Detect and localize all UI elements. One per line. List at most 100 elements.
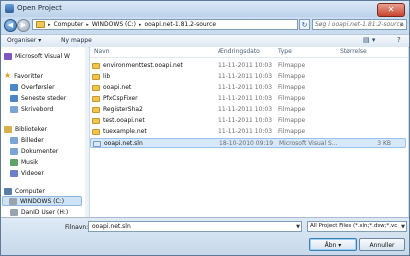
file-row[interactable]: PfxCspFixer 11-11-2011 10:03 Filmappe: [90, 94, 406, 104]
sidebar-item-label: Seneste steder: [21, 94, 67, 102]
sidebar-item-visual-studio[interactable]: Microsoft Visual W: [4, 51, 70, 61]
breadcrumb-computer[interactable]: Computer: [54, 21, 84, 28]
sidebar-item-windows-drive[interactable]: WINDOWS (C:): [2, 196, 82, 206]
window-title: Open Project: [17, 4, 62, 12]
sidebar-item-label: Microsoft Visual W: [15, 52, 70, 60]
filter-value: All Project Files (*.sln;*.dsw;*.vc: [310, 223, 398, 229]
sidebar-item-label: Biblioteker: [15, 125, 48, 133]
back-button[interactable]: ◀: [4, 19, 17, 32]
file-row-selected[interactable]: ooapi.net.sln 18-10-2010 09:19 Microsoft…: [90, 138, 406, 148]
column-header-name[interactable]: Navn: [94, 47, 110, 57]
sidebar-item-favorites[interactable]: ★ Favoritter: [4, 71, 43, 81]
sidebar-item-documents[interactable]: Dokumenter: [10, 146, 58, 156]
file-date: 11-11-2011 10:03: [218, 117, 273, 124]
chevron-down-icon[interactable]: ▼: [401, 223, 405, 231]
sidebar-item-label: Skrivebord: [21, 105, 54, 113]
sidebar-item-label: Favoritter: [14, 72, 43, 80]
file-list: Navn Ændringsdato Type Størrelse environ…: [90, 47, 408, 217]
music-icon: [10, 158, 18, 166]
file-type: Filmappe: [278, 62, 306, 69]
sidebar-item-danid-drive[interactable]: DanID User (H:): [10, 207, 68, 217]
vs-icon: [4, 52, 12, 60]
sidebar-item-libraries[interactable]: Biblioteker: [4, 124, 47, 134]
drive-icon: [9, 197, 17, 205]
breadcrumb-folder[interactable]: ooapi.net-1.81.2-source: [144, 21, 216, 28]
sidebar-item-videos[interactable]: Videoer: [10, 168, 44, 178]
title-bar: Open Project ✕: [1, 1, 409, 17]
sidebar-item-label: Billeder: [21, 136, 44, 144]
breadcrumb-drive[interactable]: WINDOWS (C:): [92, 21, 136, 28]
breadcrumb-separator: ▸: [86, 21, 89, 28]
views-icon[interactable]: ▤ ▾: [363, 36, 375, 44]
column-header-type[interactable]: Type: [278, 47, 292, 57]
column-header-date[interactable]: Ændringsdato: [218, 47, 260, 57]
sidebar-item-downloads[interactable]: Overførsler: [10, 82, 55, 92]
sidebar-item-pictures[interactable]: Billeder: [10, 135, 44, 145]
header-divider: [90, 57, 408, 58]
search-placeholder: Søg i ooapi.net-1.81.2-source: [315, 21, 404, 28]
breadcrumb-separator: ▸: [138, 21, 142, 28]
refresh-icon[interactable]: ↻: [299, 19, 310, 30]
folder-icon: [92, 118, 100, 124]
file-row[interactable]: environmenttest.ooapi.net 11-11-2011 10:…: [90, 61, 406, 71]
drive-icon: [10, 208, 18, 216]
dialog-footer: Filnavn: ooapi.net.sln ▼ All Project Fil…: [1, 217, 409, 255]
close-button[interactable]: ✕: [377, 3, 405, 17]
command-toolbar: Organiser ▾ Ny mappe ▤ ▾ ?: [1, 34, 409, 48]
file-type: Filmappe: [278, 117, 306, 124]
sidebar-item-label: DanID User (H:): [21, 208, 69, 216]
file-date: 11-11-2011 10:03: [218, 73, 273, 80]
breadcrumb-separator: ▸: [48, 21, 51, 28]
file-name: tuexample.net: [103, 128, 147, 135]
file-date: 11-11-2011 10:03: [218, 106, 273, 113]
file-name: ooapi.net.sln: [104, 140, 143, 147]
folder-icon: [92, 96, 100, 102]
file-type: Filmappe: [278, 106, 306, 113]
app-icon: [5, 4, 14, 13]
star-icon: ★: [4, 71, 12, 80]
sidebar-scrollbar[interactable]: [85, 47, 89, 217]
sidebar-item-music[interactable]: Musik: [10, 157, 38, 167]
videos-icon: [10, 169, 18, 177]
file-row[interactable]: RegisterSha2 11-11-2011 10:03 Filmappe: [90, 105, 406, 115]
computer-icon: [4, 187, 12, 195]
file-row[interactable]: tuexample.net 11-11-2011 10:03 Filmappe: [90, 127, 406, 137]
file-date: 18-10-2010 09:19: [219, 140, 274, 147]
file-row[interactable]: ooapi.net 11-11-2011 10:03 Filmappe: [90, 83, 406, 93]
file-date: 11-11-2011 10:03: [218, 84, 273, 91]
downloads-icon: [10, 83, 18, 91]
filename-field[interactable]: ooapi.net.sln ▼: [88, 221, 302, 232]
sidebar-item-label: Overførsler: [21, 83, 55, 91]
navigation-pane: Microsoft Visual W ★ Favoritter Overførsl…: [1, 47, 86, 217]
sidebar-item-desktop[interactable]: Skrivebord: [10, 104, 53, 114]
documents-icon: [10, 147, 18, 155]
forward-button[interactable]: ▶: [17, 19, 30, 32]
sidebar-item-label: Dokumenter: [21, 147, 59, 155]
sidebar-item-computer[interactable]: Computer: [4, 186, 45, 196]
sidebar-item-label: Videoer: [21, 169, 44, 177]
sidebar-item-recent-places[interactable]: Seneste steder: [10, 93, 66, 103]
new-folder-button[interactable]: Ny mappe: [61, 37, 92, 44]
file-name: RegisterSha2: [103, 106, 143, 113]
open-button[interactable]: Åbn ▾: [309, 238, 357, 251]
file-name: environmenttest.ooapi.net: [103, 62, 183, 69]
organize-button[interactable]: Organiser ▾: [7, 37, 41, 44]
help-icon[interactable]: ?: [397, 36, 401, 44]
chevron-down-icon[interactable]: ▼: [296, 223, 300, 231]
search-input[interactable]: Søg i ooapi.net-1.81.2-source ⌕: [312, 19, 407, 30]
file-date: 11-11-2011 10:03: [218, 128, 273, 135]
recent-places-icon: [10, 94, 18, 102]
solution-file-icon: [93, 141, 101, 147]
file-type-filter[interactable]: All Project Files (*.sln;*.dsw;*.vc ▼: [307, 221, 407, 232]
address-bar[interactable]: ▸ Computer ▸ WINDOWS (C:) ▸ ooapi.net-1.…: [32, 19, 298, 30]
file-name: test.ooapi.net: [103, 117, 145, 124]
column-header-size[interactable]: Størrelse: [340, 47, 367, 57]
file-type: Filmappe: [278, 84, 306, 91]
sidebar-item-label: Computer: [15, 187, 45, 195]
search-icon[interactable]: ⌕: [400, 21, 404, 29]
cancel-button[interactable]: Annuller: [359, 238, 405, 251]
file-type: Filmappe: [278, 95, 306, 102]
file-row[interactable]: lib 11-11-2011 10:03 Filmappe: [90, 72, 406, 82]
file-row[interactable]: test.ooapi.net 11-11-2011 10:03 Filmappe: [90, 116, 406, 126]
sidebar-item-label: WINDOWS (C:): [20, 197, 65, 205]
